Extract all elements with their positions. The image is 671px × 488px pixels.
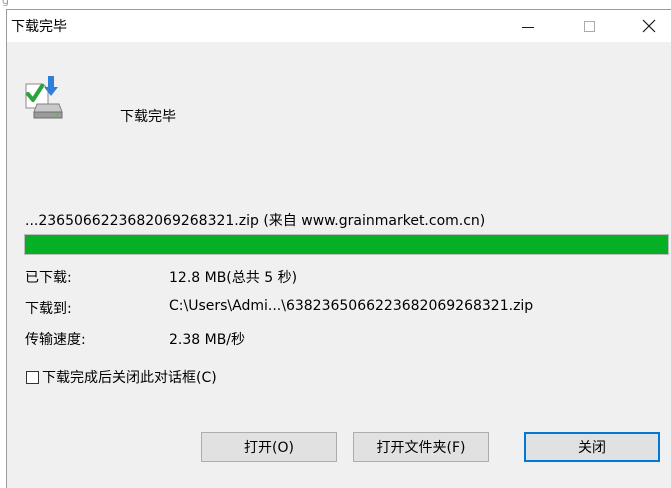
download-progress-bar [24,234,669,255]
close-on-complete-label[interactable]: 下载完成后关闭此对话框(C) [42,367,217,387]
maximize-button [566,10,612,42]
download-complete-icon [25,76,63,119]
downloaded-label: 已下载: [25,270,72,286]
close-on-complete-option[interactable]: 下载完成后关闭此对话框(C) [26,367,217,387]
close-button[interactable]: 关闭 [524,432,660,462]
minimize-button[interactable] [505,10,551,42]
background-partial-glyph: g [2,0,9,7]
source-file-line: ...2365066223682069268321.zip (来自 www.gr… [25,213,486,229]
speed-value: 2.38 MB/秒 [169,332,246,348]
download-complete-dialog: 下载完毕 下载完毕 ...2365066223682069268321.zip … [6,9,671,488]
maximize-icon [583,20,595,32]
open-button[interactable]: 打开(O) [201,432,337,462]
progress-fill [25,235,668,254]
background-strip: g [0,0,671,9]
title-bar[interactable]: 下载完毕 [7,10,671,42]
destination-label: 下载到: [25,301,72,317]
destination-value: C:\Users\Admi...\63823650662236820692683… [169,298,534,314]
speed-label: 传输速度: [25,332,86,348]
downloaded-value: 12.8 MB(总共 5 秒) [169,270,298,286]
header-label: 下载完毕 [120,109,176,125]
close-icon [642,19,656,33]
close-on-complete-checkbox[interactable] [26,370,39,384]
minimize-icon [522,26,534,28]
window-title: 下载完毕 [11,19,67,35]
close-window-button[interactable] [626,10,671,42]
open-folder-button[interactable]: 打开文件夹(F) [353,432,489,462]
